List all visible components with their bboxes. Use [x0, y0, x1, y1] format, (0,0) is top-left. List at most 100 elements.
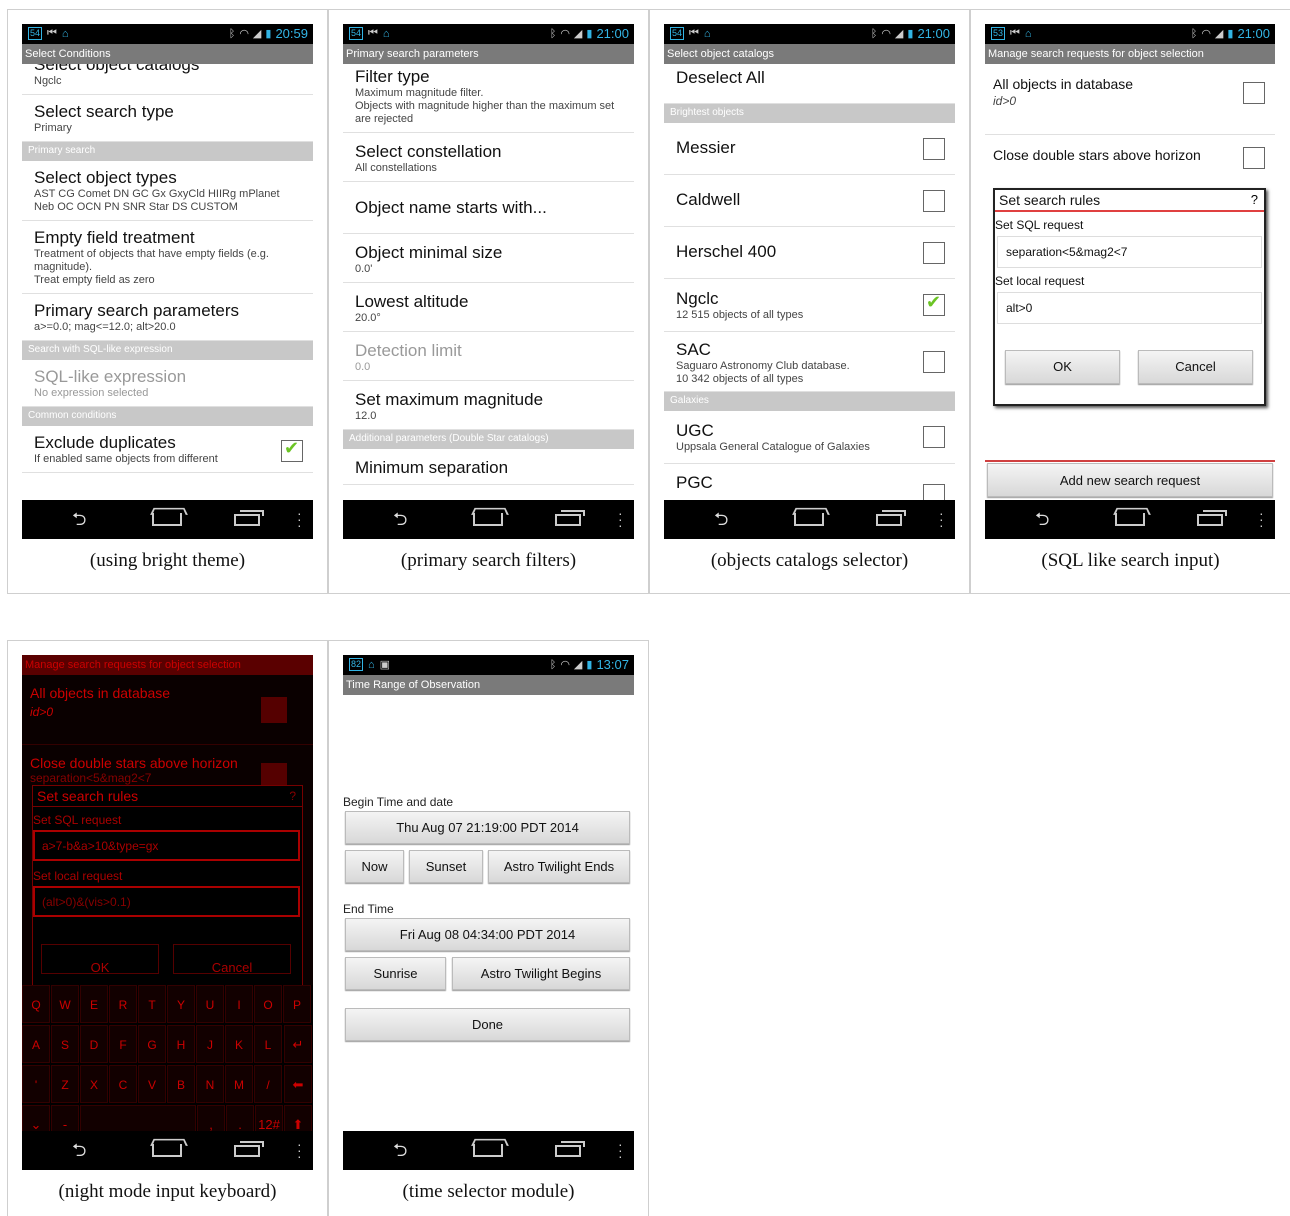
key[interactable]: E: [80, 985, 108, 1023]
home-icon[interactable]: [794, 513, 824, 526]
backspace-key-icon[interactable]: ⬅: [284, 1065, 312, 1103]
now-button[interactable]: Now: [345, 850, 404, 883]
overflow-menu-icon[interactable]: · · ·: [297, 506, 302, 532]
back-icon[interactable]: ⮌: [72, 1141, 100, 1159]
home-icon[interactable]: [473, 513, 503, 526]
catalog-row-ngclc[interactable]: Ngclc 12 515 objects of all types: [664, 279, 955, 332]
key[interactable]: T: [138, 985, 166, 1023]
checkbox[interactable]: [923, 190, 945, 212]
list-item-select-search-type[interactable]: Select search type Primary: [22, 95, 313, 142]
key[interactable]: B: [167, 1065, 195, 1103]
key[interactable]: D: [80, 1025, 108, 1063]
catalog-row-sac[interactable]: SAC Saguaro Astronomy Club database. 10 34…: [664, 332, 955, 392]
list-item-select-constellation[interactable]: Select constellation All constellations: [343, 133, 634, 182]
sunset-button[interactable]: Sunset: [409, 850, 483, 883]
request-row-close-double-stars[interactable]: Close double stars above horizon: [985, 135, 1275, 176]
key[interactable]: Y: [167, 985, 195, 1023]
ok-button[interactable]: OK: [41, 944, 159, 974]
key[interactable]: /: [254, 1065, 282, 1103]
overflow-menu-icon[interactable]: · · ·: [1259, 506, 1264, 532]
catalog-row-messier[interactable]: Messier: [664, 123, 955, 175]
key[interactable]: Q: [22, 985, 50, 1023]
end-time-button[interactable]: Fri Aug 08 04:34:00 PDT 2014: [345, 918, 630, 951]
key[interactable]: N: [196, 1065, 224, 1103]
checkbox[interactable]: [923, 138, 945, 160]
recent-apps-icon[interactable]: [555, 1141, 585, 1157]
begin-time-button[interactable]: Thu Aug 07 21:19:00 PDT 2014: [345, 811, 630, 844]
recent-apps-icon[interactable]: [1197, 510, 1227, 526]
deselect-all-button[interactable]: Deselect All: [664, 64, 955, 104]
list-item-select-object-types[interactable]: Select object types AST CG Comet DN GC Gx…: [22, 161, 313, 221]
astro-twilight-begins-button[interactable]: Astro Twilight Begins: [452, 957, 630, 990]
overflow-menu-icon[interactable]: · · ·: [618, 1137, 623, 1163]
request-row-all-objects[interactable]: All objects in database id>0: [985, 64, 1275, 135]
key[interactable]: Z: [51, 1065, 79, 1103]
astro-twilight-ends-button[interactable]: Astro Twilight Ends: [488, 850, 630, 883]
key[interactable]: A: [22, 1025, 50, 1063]
back-icon[interactable]: ⮌: [714, 510, 742, 528]
key[interactable]: O: [254, 985, 282, 1023]
back-icon[interactable]: ⮌: [72, 510, 100, 528]
key[interactable]: P: [283, 985, 311, 1023]
back-icon[interactable]: ⮌: [1035, 510, 1063, 528]
key[interactable]: M: [225, 1065, 253, 1103]
list-item-object-minimal-size[interactable]: Object minimal size 0.0': [343, 234, 634, 283]
home-icon[interactable]: [473, 1144, 503, 1157]
key[interactable]: L: [254, 1025, 282, 1063]
key[interactable]: C: [109, 1065, 137, 1103]
enter-key-icon[interactable]: ↵: [284, 1025, 312, 1063]
key[interactable]: G: [138, 1025, 166, 1063]
key[interactable]: X: [80, 1065, 108, 1103]
list-item-filter-type[interactable]: Filter type Maximum magnitude filter. Obje…: [343, 64, 634, 133]
list-item-object-name-starts-with[interactable]: Object name starts with...: [343, 182, 634, 234]
list-item-exclude-duplicates[interactable]: Exclude duplicates If enabled same object…: [22, 426, 313, 473]
overflow-menu-icon[interactable]: · · ·: [939, 506, 944, 532]
local-request-input[interactable]: (alt>0)&(vis>0.1): [33, 886, 300, 917]
catalog-row-caldwell[interactable]: Caldwell: [664, 175, 955, 227]
local-request-input[interactable]: alt>0: [997, 292, 1262, 324]
list-item-minimum-separation[interactable]: Minimum separation: [343, 449, 634, 485]
catalog-row-ugc[interactable]: UGC Uppsala General Catalogue of Galaxies: [664, 411, 955, 464]
help-icon[interactable]: ?: [1251, 192, 1258, 207]
recent-apps-icon[interactable]: [234, 510, 264, 526]
sql-request-input[interactable]: a>7-b&a>10&type=gx: [33, 830, 300, 861]
back-icon[interactable]: ⮌: [393, 510, 421, 528]
overflow-menu-icon[interactable]: · · ·: [618, 506, 623, 532]
recent-apps-icon[interactable]: [876, 510, 906, 526]
checkbox[interactable]: [261, 697, 287, 723]
catalog-row-herschel-400[interactable]: Herschel 400: [664, 227, 955, 279]
help-icon[interactable]: ?: [289, 789, 296, 803]
request-row-close-double-stars[interactable]: Close double stars above horizon separat…: [22, 747, 313, 789]
ok-button[interactable]: OK: [1005, 350, 1120, 384]
key[interactable]: F: [109, 1025, 137, 1063]
list-item-select-object-catalogs[interactable]: Select object catalogs Ngclc: [22, 64, 313, 95]
add-new-search-request-button[interactable]: Add new search request: [987, 463, 1273, 497]
request-row-all-objects[interactable]: All objects in database id>0: [22, 675, 313, 745]
key[interactable]: W: [51, 985, 79, 1023]
checkbox[interactable]: [923, 426, 945, 448]
key[interactable]: ': [22, 1065, 50, 1103]
key[interactable]: K: [225, 1025, 253, 1063]
back-icon[interactable]: ⮌: [393, 1141, 421, 1159]
home-icon[interactable]: [152, 513, 182, 526]
checkbox[interactable]: [1243, 147, 1265, 169]
cancel-button[interactable]: Cancel: [173, 944, 291, 974]
home-icon[interactable]: [1115, 513, 1145, 526]
done-button[interactable]: Done: [345, 1008, 630, 1041]
checkbox[interactable]: [923, 351, 945, 373]
list-item-set-maximum-magnitude[interactable]: Set maximum magnitude 12.0: [343, 381, 634, 430]
sql-request-input[interactable]: separation<5&mag2<7: [997, 236, 1262, 268]
checkbox[interactable]: [923, 484, 945, 500]
checkbox-checked[interactable]: [923, 292, 945, 316]
home-icon[interactable]: [152, 1144, 182, 1157]
key[interactable]: J: [196, 1025, 224, 1063]
recent-apps-icon[interactable]: [234, 1141, 264, 1157]
checkbox[interactable]: [923, 242, 945, 264]
checkbox[interactable]: [1243, 82, 1265, 104]
key[interactable]: H: [167, 1025, 195, 1063]
key[interactable]: V: [138, 1065, 166, 1103]
recent-apps-icon[interactable]: [555, 510, 585, 526]
cancel-button[interactable]: Cancel: [1138, 350, 1253, 384]
key[interactable]: U: [196, 985, 224, 1023]
key[interactable]: S: [51, 1025, 79, 1063]
